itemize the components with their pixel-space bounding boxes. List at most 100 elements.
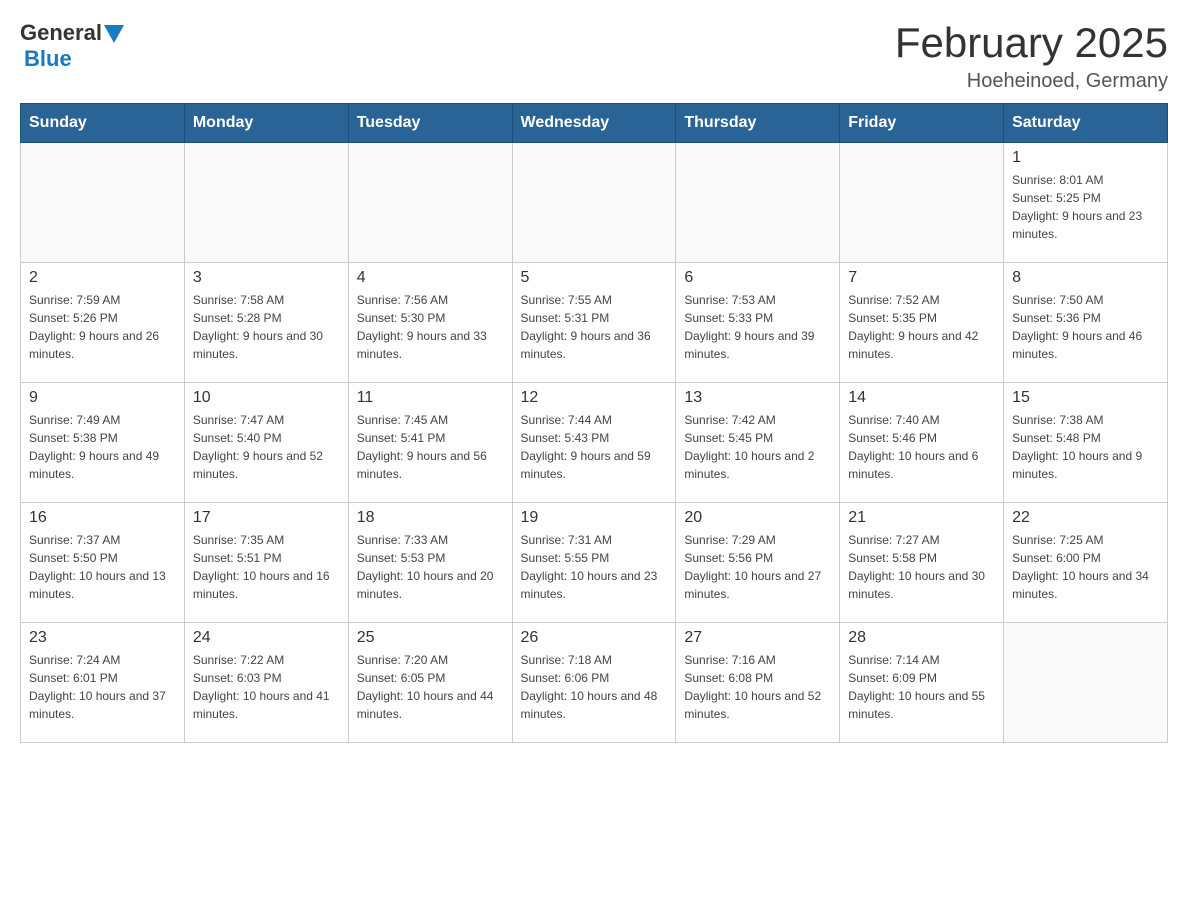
day-number: 17 [193,509,340,527]
calendar-cell: 8Sunrise: 7:50 AM Sunset: 5:36 PM Daylig… [1004,263,1168,383]
calendar-title: February 2025 [895,20,1168,66]
day-number: 4 [357,269,504,287]
day-info: Sunrise: 7:55 AM Sunset: 5:31 PM Dayligh… [521,291,668,363]
weekday-header-monday: Monday [184,104,348,143]
day-info: Sunrise: 7:20 AM Sunset: 6:05 PM Dayligh… [357,651,504,723]
weekday-header-thursday: Thursday [676,104,840,143]
day-number: 12 [521,389,668,407]
calendar-cell: 10 Sunrise: 7:47 AM Sunset: 5:40 PM Dayli… [184,383,348,503]
day-number: 13 [684,389,831,407]
day-info: Sunrise: 7:37 AM Sunset: 5:50 PM Dayligh… [29,531,176,603]
calendar-cell: 1 Sunrise: 8:01 AM Sunset: 5:25 PM Daylig… [1004,143,1168,263]
logo-triangle-icon [104,25,124,43]
logo: General Blue [20,20,124,72]
day-number: 25 [357,629,504,647]
day-number: 24 [193,629,340,647]
calendar-cell [676,143,840,263]
day-number: 22 [1012,509,1159,527]
calendar-cell: 25 Sunrise: 7:20 AM Sunset: 6:05 PM Dayli… [348,623,512,743]
day-number: 5 [521,269,668,287]
calendar-cell: 4 Sunrise: 7:56 AM Sunset: 5:30 PM Daylig… [348,263,512,383]
calendar-cell: 13 Sunrise: 7:42 AM Sunset: 5:45 PM Dayli… [676,383,840,503]
calendar-cell: 28 Sunrise: 7:14 AM Sunset: 6:09 PM Dayli… [840,623,1004,743]
calendar-cell [840,143,1004,263]
day-number: 19 [521,509,668,527]
day-number: 9 [29,389,176,407]
day-number: 11 [357,389,504,407]
logo-general-text: General [20,20,102,46]
day-number: 3 [193,269,340,287]
day-info: Sunrise: 7:44 AM Sunset: 5:43 PM Dayligh… [521,411,668,483]
weekday-header-tuesday: Tuesday [348,104,512,143]
day-number: 28 [848,629,995,647]
day-number: 14 [848,389,995,407]
day-info: Sunrise: 7:47 AM Sunset: 5:40 PM Dayligh… [193,411,340,483]
calendar-cell [1004,623,1168,743]
weekday-header-row: SundayMondayTuesdayWednesdayThursdayFrid… [21,104,1168,143]
calendar-cell: 7Sunrise: 7:52 AM Sunset: 5:35 PM Daylig… [840,263,1004,383]
calendar-cell: 18Sunrise: 7:33 AM Sunset: 5:53 PM Dayli… [348,503,512,623]
calendar-cell: 26Sunrise: 7:18 AM Sunset: 6:06 PM Dayli… [512,623,676,743]
day-info: Sunrise: 7:35 AM Sunset: 5:51 PM Dayligh… [193,531,340,603]
day-info: Sunrise: 7:25 AM Sunset: 6:00 PM Dayligh… [1012,531,1159,603]
day-number: 10 [193,389,340,407]
day-info: Sunrise: 7:53 AM Sunset: 5:33 PM Dayligh… [684,291,831,363]
weekday-header-wednesday: Wednesday [512,104,676,143]
day-info: Sunrise: 7:24 AM Sunset: 6:01 PM Dayligh… [29,651,176,723]
day-info: Sunrise: 7:31 AM Sunset: 5:55 PM Dayligh… [521,531,668,603]
day-info: Sunrise: 8:01 AM Sunset: 5:25 PM Dayligh… [1012,171,1159,243]
week-row-4: 16 Sunrise: 7:37 AM Sunset: 5:50 PM Dayli… [21,503,1168,623]
day-number: 2 [29,269,176,287]
calendar-cell: 27 Sunrise: 7:16 AM Sunset: 6:08 PM Dayli… [676,623,840,743]
day-info: Sunrise: 7:56 AM Sunset: 5:30 PM Dayligh… [357,291,504,363]
calendar-cell [184,143,348,263]
day-info: Sunrise: 7:33 AM Sunset: 5:53 PM Dayligh… [357,531,504,603]
day-number: 20 [684,509,831,527]
day-number: 26 [521,629,668,647]
calendar-cell: 23 Sunrise: 7:24 AM Sunset: 6:01 PM Dayli… [21,623,185,743]
week-row-2: 2Sunrise: 7:59 AM Sunset: 5:26 PM Daylig… [21,263,1168,383]
day-info: Sunrise: 7:16 AM Sunset: 6:08 PM Dayligh… [684,651,831,723]
calendar-cell: 11Sunrise: 7:45 AM Sunset: 5:41 PM Dayli… [348,383,512,503]
day-number: 23 [29,629,176,647]
weekday-header-friday: Friday [840,104,1004,143]
day-info: Sunrise: 7:22 AM Sunset: 6:03 PM Dayligh… [193,651,340,723]
day-info: Sunrise: 7:49 AM Sunset: 5:38 PM Dayligh… [29,411,176,483]
calendar-cell: 19 Sunrise: 7:31 AM Sunset: 5:55 PM Dayli… [512,503,676,623]
calendar-cell [348,143,512,263]
calendar-cell: 22 Sunrise: 7:25 AM Sunset: 6:00 PM Dayli… [1004,503,1168,623]
day-info: Sunrise: 7:27 AM Sunset: 5:58 PM Dayligh… [848,531,995,603]
calendar-cell: 15 Sunrise: 7:38 AM Sunset: 5:48 PM Dayli… [1004,383,1168,503]
day-number: 27 [684,629,831,647]
day-number: 21 [848,509,995,527]
calendar-cell: 3 Sunrise: 7:58 AM Sunset: 5:28 PM Daylig… [184,263,348,383]
calendar-cell [21,143,185,263]
calendar-cell [512,143,676,263]
calendar-cell: 17 Sunrise: 7:35 AM Sunset: 5:51 PM Dayli… [184,503,348,623]
day-info: Sunrise: 7:42 AM Sunset: 5:45 PM Dayligh… [684,411,831,483]
weekday-header-saturday: Saturday [1004,104,1168,143]
day-number: 16 [29,509,176,527]
day-info: Sunrise: 7:58 AM Sunset: 5:28 PM Dayligh… [193,291,340,363]
week-row-1: 1 Sunrise: 8:01 AM Sunset: 5:25 PM Daylig… [21,143,1168,263]
day-info: Sunrise: 7:52 AM Sunset: 5:35 PM Dayligh… [848,291,995,363]
calendar-cell: 24 Sunrise: 7:22 AM Sunset: 6:03 PM Dayli… [184,623,348,743]
title-area: February 2025 Hoeheinoed, Germany [895,20,1168,93]
day-number: 15 [1012,389,1159,407]
calendar-cell: 12 Sunrise: 7:44 AM Sunset: 5:43 PM Dayli… [512,383,676,503]
calendar-cell: 9 Sunrise: 7:49 AM Sunset: 5:38 PM Daylig… [21,383,185,503]
day-info: Sunrise: 7:29 AM Sunset: 5:56 PM Dayligh… [684,531,831,603]
week-row-3: 9 Sunrise: 7:49 AM Sunset: 5:38 PM Daylig… [21,383,1168,503]
calendar-cell: 5 Sunrise: 7:55 AM Sunset: 5:31 PM Daylig… [512,263,676,383]
calendar-cell: 14Sunrise: 7:40 AM Sunset: 5:46 PM Dayli… [840,383,1004,503]
day-number: 6 [684,269,831,287]
calendar-cell: 21 Sunrise: 7:27 AM Sunset: 5:58 PM Dayli… [840,503,1004,623]
day-number: 8 [1012,269,1159,287]
day-info: Sunrise: 7:38 AM Sunset: 5:48 PM Dayligh… [1012,411,1159,483]
calendar-table: SundayMondayTuesdayWednesdayThursdayFrid… [20,103,1168,743]
day-info: Sunrise: 7:14 AM Sunset: 6:09 PM Dayligh… [848,651,995,723]
calendar-subtitle: Hoeheinoed, Germany [895,70,1168,93]
calendar-cell: 20 Sunrise: 7:29 AM Sunset: 5:56 PM Dayli… [676,503,840,623]
day-number: 1 [1012,149,1159,167]
page-header: General Blue February 2025 Hoeheinoed, G… [20,20,1168,93]
